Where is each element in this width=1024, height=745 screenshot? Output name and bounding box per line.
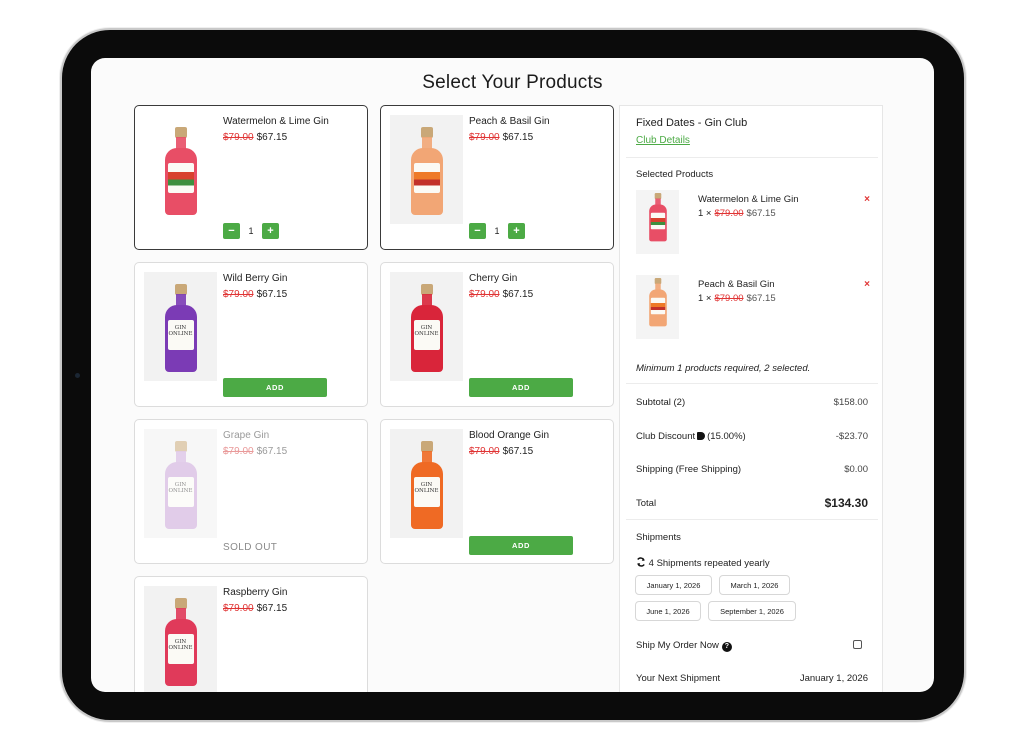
- shipments-heading: Shipments: [636, 532, 681, 543]
- product-image: GIN ONLINE: [390, 272, 463, 381]
- product-card-grape: GIN ONLINE Grape Gin $79.00 $67.15 SOLD O…: [134, 419, 368, 564]
- bottle-illustration: GIN ONLINE: [409, 284, 445, 374]
- product-name: Raspberry Gin: [223, 587, 288, 598]
- add-button[interactable]: ADD: [223, 378, 327, 397]
- product-price: $79.00 $67.15: [469, 446, 534, 457]
- product-price: $79.00 $67.15: [223, 603, 288, 614]
- product-price: $79.00 $67.15: [223, 289, 288, 300]
- selected-item: Watermelon & Lime Gin 1 × $79.00 $67.15 ×: [636, 190, 876, 254]
- quantity-stepper: − 1 +: [223, 223, 279, 239]
- product-price: $79.00 $67.15: [469, 289, 534, 300]
- minimum-note: Minimum 1 products required, 2 selected.: [636, 363, 811, 374]
- add-button[interactable]: ADD: [469, 378, 573, 397]
- product-card-raspberry[interactable]: GIN ONLINE Raspberry Gin $79.00 $67.15: [134, 576, 368, 692]
- ship-now-checkbox[interactable]: [853, 640, 862, 649]
- product-image: GIN ONLINE: [390, 429, 463, 538]
- bottle-illustration: GIN ONLINE: [163, 284, 199, 374]
- quantity-value: 1: [494, 226, 500, 236]
- total-row: Total $134.30: [636, 496, 868, 510]
- selected-item-image: [636, 190, 679, 254]
- product-name: Grape Gin: [223, 430, 270, 441]
- quantity-stepper: − 1 +: [469, 223, 525, 239]
- product-card-peach-basil[interactable]: Peach & Basil Gin $79.00 $67.15 − 1 +: [380, 105, 614, 250]
- shipment-date-chip: September 1, 2026: [708, 601, 796, 621]
- repeat-icon: [637, 557, 645, 567]
- bottle-illustration: GIN ONLINE: [409, 441, 445, 531]
- product-price: $79.00 $67.15: [223, 132, 288, 143]
- order-summary-panel: Fixed Dates - Gin Club Club Details Sele…: [619, 105, 883, 692]
- product-image: [390, 115, 463, 224]
- tag-icon: [697, 432, 706, 440]
- repeat-info: 4 Shipments repeated yearly: [636, 557, 770, 569]
- next-shipment-row: Your Next Shipment January 1, 2026: [636, 673, 868, 684]
- quantity-value: 1: [248, 226, 254, 236]
- selected-item-image: [636, 275, 679, 339]
- help-icon[interactable]: ?: [721, 642, 732, 652]
- product-card-watermelon-lime[interactable]: Watermelon & Lime Gin $79.00 $67.15 − 1 +: [134, 105, 368, 250]
- decrease-button[interactable]: −: [223, 223, 240, 239]
- selected-item-name: Peach & Basil Gin: [698, 279, 775, 290]
- ship-now-row: Ship My Order Now?: [636, 640, 868, 652]
- remove-icon[interactable]: ×: [864, 279, 870, 290]
- product-price: $79.00 $67.15: [469, 132, 534, 143]
- subtotal-row: Subtotal (2) $158.00: [636, 397, 868, 408]
- sold-out-label: SOLD OUT: [223, 542, 278, 553]
- discount-row: Club Discount (15.00%) -$23.70: [636, 431, 868, 442]
- club-title: Fixed Dates - Gin Club: [636, 117, 748, 129]
- shipping-row: Shipping (Free Shipping) $0.00: [636, 464, 868, 475]
- selected-products-heading: Selected Products: [636, 169, 714, 180]
- product-card-blood-orange[interactable]: GIN ONLINE Blood Orange Gin $79.00 $67.15…: [380, 419, 614, 564]
- shipment-date-chip: June 1, 2026: [635, 601, 701, 621]
- selected-item-price: 1 × $79.00 $67.15: [698, 293, 776, 304]
- product-name: Cherry Gin: [469, 273, 518, 284]
- bottle-illustration: [409, 127, 445, 217]
- decrease-button[interactable]: −: [469, 223, 486, 239]
- app-screen: Select Your Products Watermelon & Lime G…: [91, 58, 934, 692]
- increase-button[interactable]: +: [508, 223, 525, 239]
- camera-dot: [75, 373, 80, 378]
- product-image: [144, 115, 217, 224]
- product-image: GIN ONLINE: [144, 586, 217, 692]
- bottle-illustration: [163, 127, 199, 217]
- shipment-date-chip: January 1, 2026: [635, 575, 712, 595]
- selected-item: Peach & Basil Gin 1 × $79.00 $67.15 ×: [636, 275, 876, 339]
- product-name: Wild Berry Gin: [223, 273, 288, 284]
- increase-button[interactable]: +: [262, 223, 279, 239]
- product-image: GIN ONLINE: [144, 429, 217, 538]
- selected-item-price: 1 × $79.00 $67.15: [698, 208, 776, 219]
- bottle-illustration: GIN ONLINE: [163, 598, 199, 688]
- selected-item-name: Watermelon & Lime Gin: [698, 194, 799, 205]
- club-details-link[interactable]: Club Details: [636, 135, 690, 146]
- shipment-date-chip: March 1, 2026: [719, 575, 790, 595]
- bottle-illustration: GIN ONLINE: [163, 441, 199, 531]
- product-name: Watermelon & Lime Gin: [223, 116, 329, 127]
- product-image: GIN ONLINE: [144, 272, 217, 381]
- product-card-wild-berry[interactable]: GIN ONLINE Wild Berry Gin $79.00 $67.15 A…: [134, 262, 368, 407]
- product-price: $79.00 $67.15: [223, 446, 288, 457]
- product-card-cherry[interactable]: GIN ONLINE Cherry Gin $79.00 $67.15 ADD: [380, 262, 614, 407]
- add-button[interactable]: ADD: [469, 536, 573, 555]
- page-title: Select Your Products: [422, 72, 603, 93]
- product-name: Blood Orange Gin: [469, 430, 550, 441]
- product-name: Peach & Basil Gin: [469, 116, 550, 127]
- remove-icon[interactable]: ×: [864, 194, 870, 205]
